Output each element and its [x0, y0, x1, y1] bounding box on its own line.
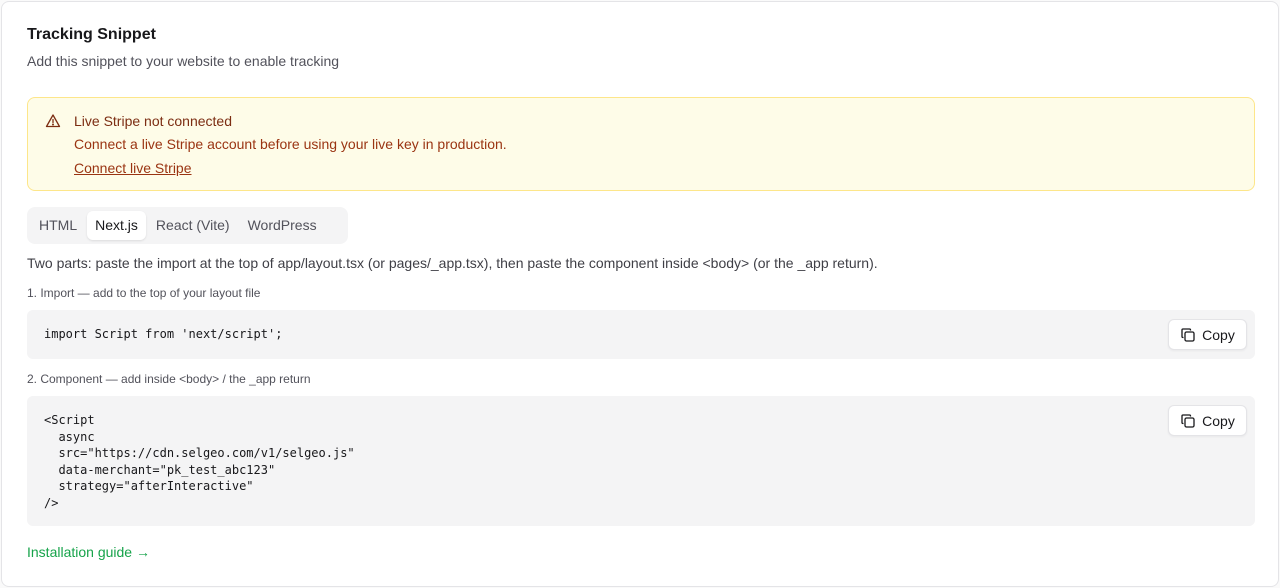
- page-title: Tracking Snippet: [27, 26, 156, 43]
- page-subtitle: Add this snippet to your website to enab…: [27, 53, 340, 69]
- step-2-label: 2. Component — add inside <body> / the _…: [27, 372, 311, 386]
- copy-label: Copy: [1202, 326, 1235, 343]
- tracking-snippet-card: Tracking Snippet Add this snippet to you…: [1, 1, 1279, 587]
- tab-nextjs[interactable]: Next.js: [87, 211, 146, 240]
- installation-guide-link[interactable]: Installation guide →: [27, 544, 150, 560]
- component-code[interactable]: <Script async src="https://cdn.selgeo.co…: [44, 412, 355, 511]
- import-code[interactable]: import Script from 'next/script';: [44, 326, 282, 343]
- warning-triangle-icon: [45, 113, 61, 129]
- step-1-label: 1. Import — add to the top of your layou…: [27, 286, 261, 300]
- copy-import-button[interactable]: Copy: [1168, 319, 1247, 350]
- tab-html[interactable]: HTML: [31, 211, 85, 240]
- stripe-warning-alert: Live Stripe not connected Connect a live…: [27, 97, 1255, 191]
- instructions-text: Two parts: paste the import at the top o…: [27, 255, 878, 271]
- copy-icon: [1181, 327, 1195, 342]
- alert-title: Live Stripe not connected: [74, 113, 232, 129]
- framework-tabs: HTML Next.js React (Vite) WordPress: [27, 207, 348, 244]
- connect-live-stripe-link[interactable]: Connect live Stripe: [74, 160, 192, 176]
- tab-wordpress[interactable]: WordPress: [240, 211, 325, 240]
- tab-react-vite[interactable]: React (Vite): [148, 211, 238, 240]
- copy-component-button[interactable]: Copy: [1168, 405, 1247, 436]
- alert-description: Connect a live Stripe account before usi…: [74, 136, 507, 152]
- import-code-block: import Script from 'next/script'; Copy: [27, 310, 1255, 359]
- component-code-block: <Script async src="https://cdn.selgeo.co…: [27, 396, 1255, 526]
- copy-label: Copy: [1202, 412, 1235, 429]
- copy-icon: [1181, 413, 1195, 428]
